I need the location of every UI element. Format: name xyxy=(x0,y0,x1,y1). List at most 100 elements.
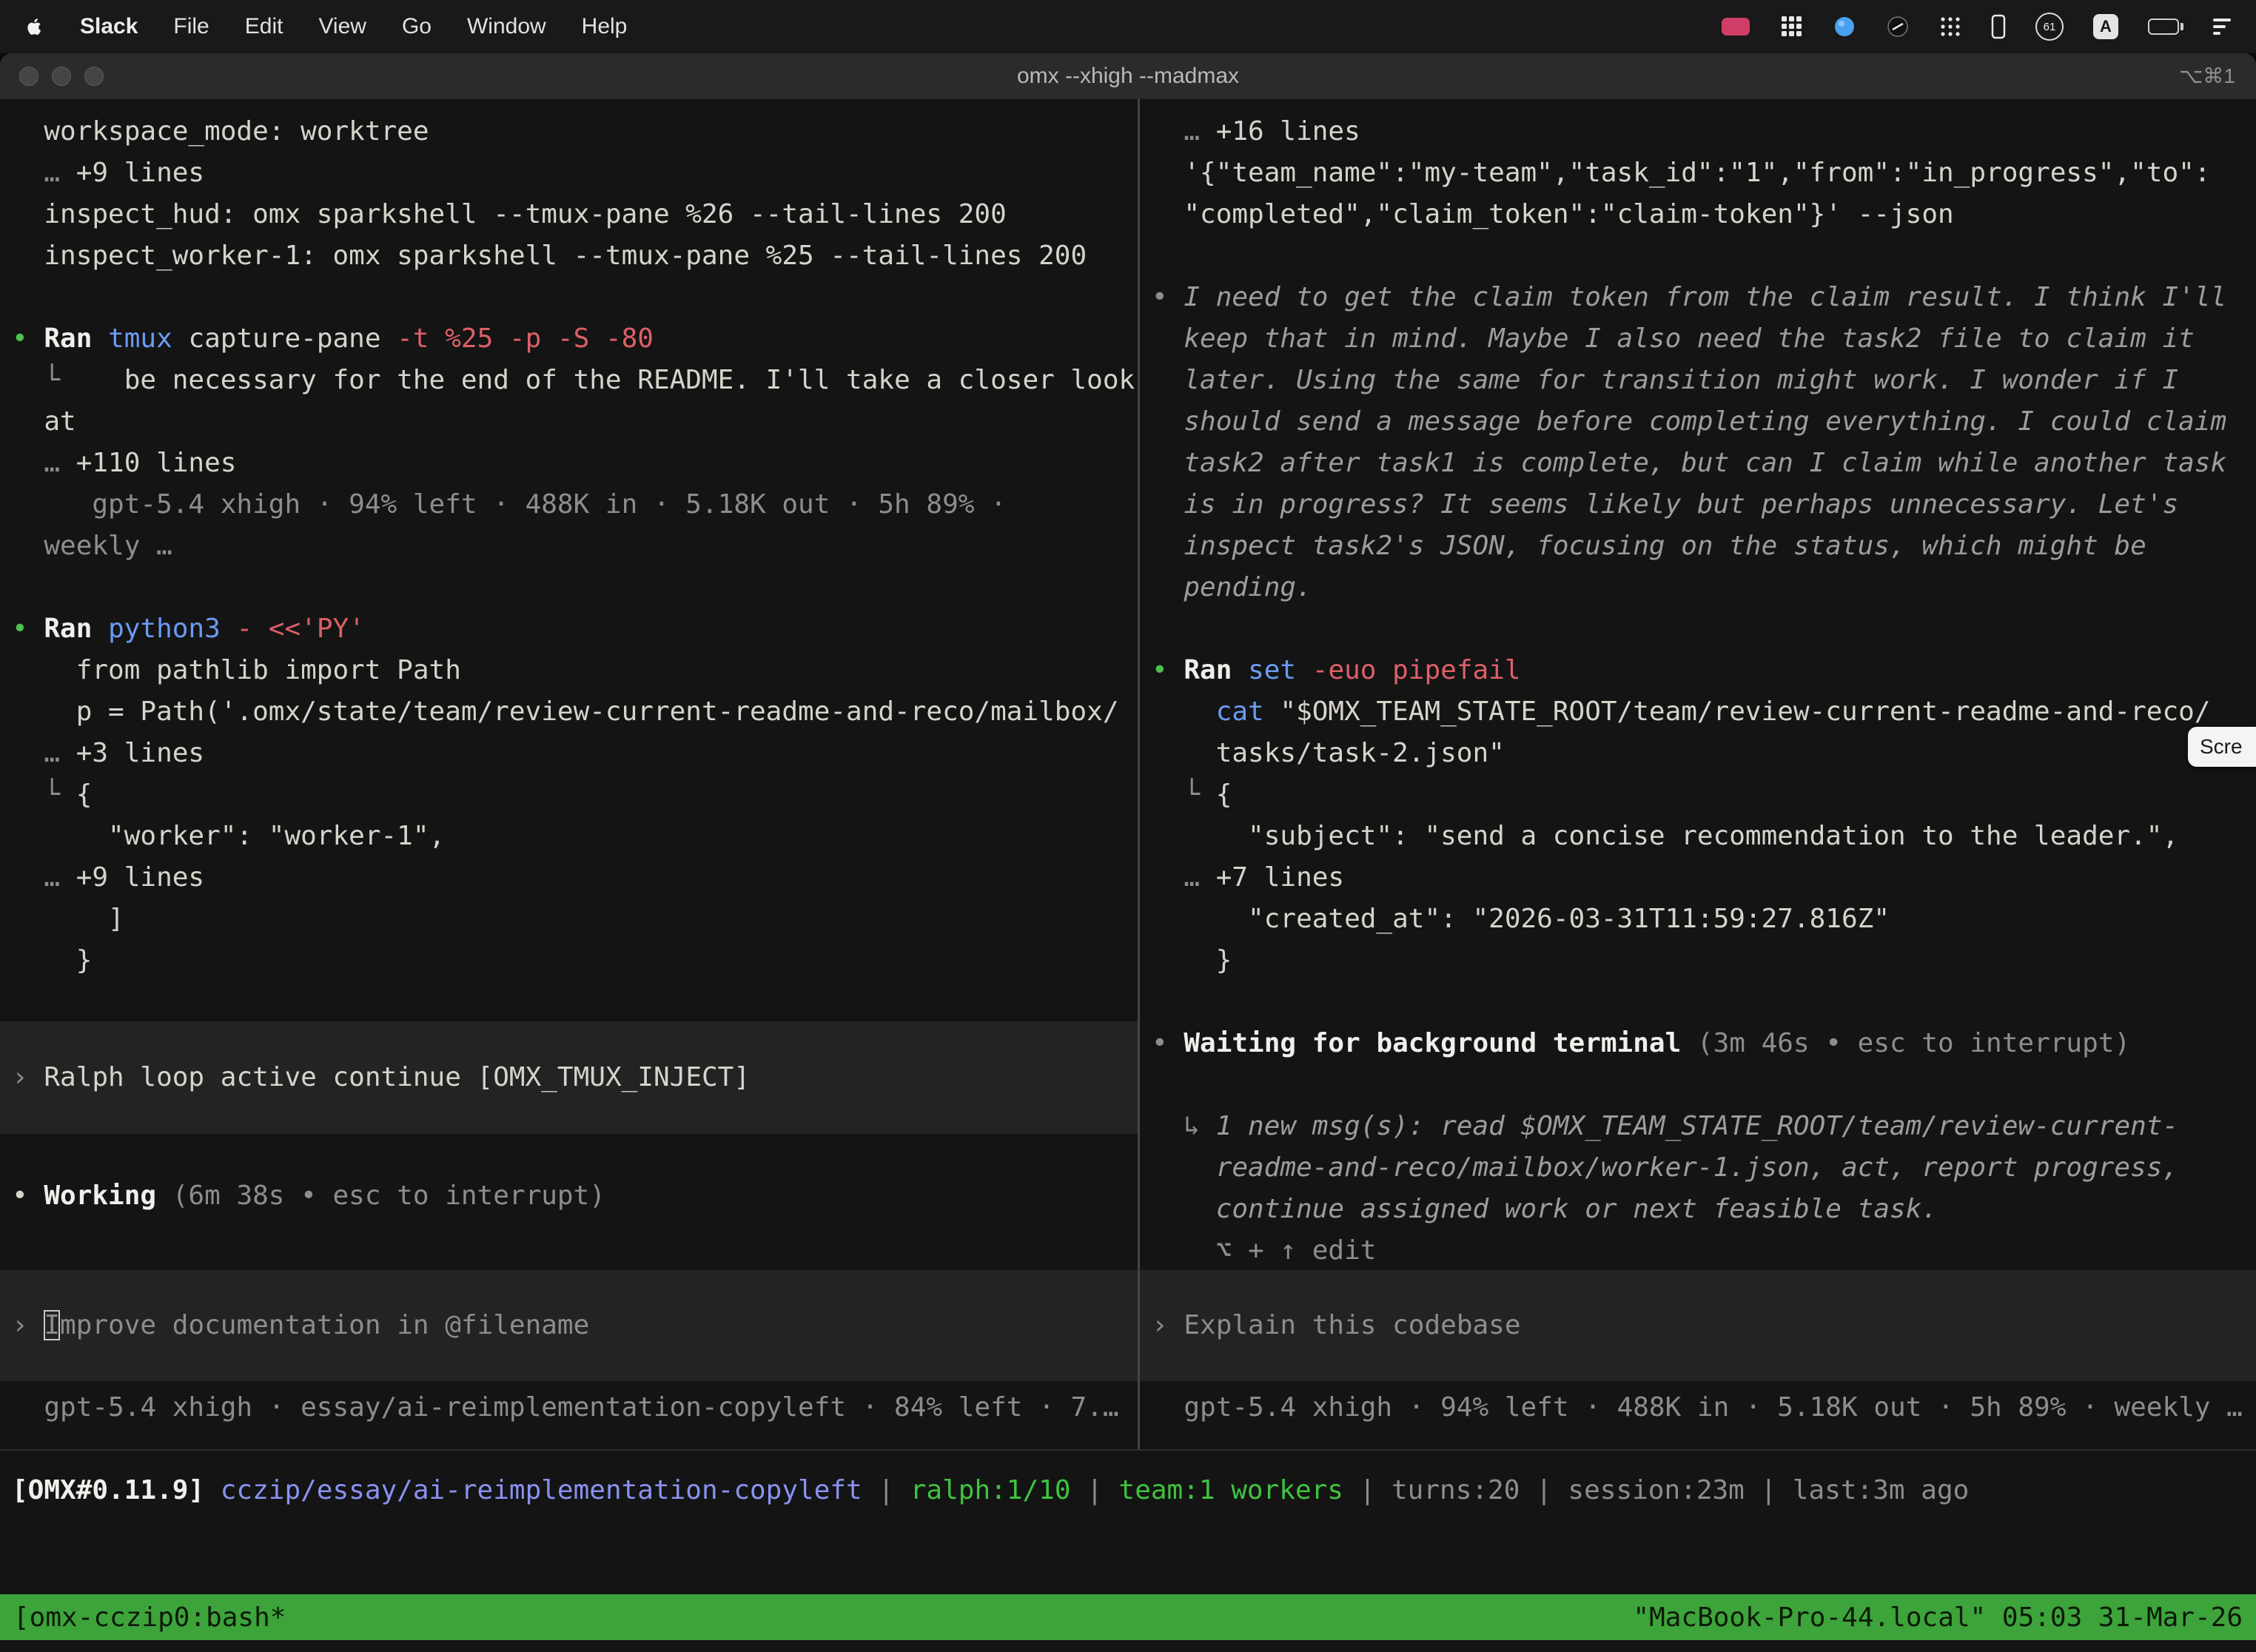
text-span: pending. xyxy=(1152,572,1312,602)
text-span: at xyxy=(12,406,76,437)
text-span: tasks/task-2.json" xyxy=(1152,738,1505,768)
text-span: | xyxy=(1745,1475,1793,1505)
app-grid-icon[interactable] xyxy=(1939,12,1961,41)
terminal-line xyxy=(1152,235,2256,277)
terminal-line: └ be necessary for the end of the README… xyxy=(12,360,1138,401)
text-span: ralph:1/10 xyxy=(910,1475,1071,1505)
prompt-input-left[interactable]: › Improve documentation in @filename xyxy=(0,1270,1138,1381)
menu-edit[interactable]: Edit xyxy=(245,14,283,39)
screen-recording-icon[interactable] xyxy=(1720,12,1751,41)
menu-view[interactable]: View xyxy=(318,14,366,39)
menu-bar-status-area: 61 A xyxy=(1720,12,2231,41)
text-span: Ran xyxy=(44,614,108,644)
battery-icon[interactable] xyxy=(2148,12,2183,41)
working-status: • Working (6m 38s • esc to interrupt) xyxy=(12,1175,1138,1217)
text-span: +9 lines xyxy=(76,158,204,188)
text-span: { xyxy=(1216,779,1232,810)
prompt-input-right-text: › Explain this codebase xyxy=(1152,1305,1521,1346)
text-span: … xyxy=(12,158,76,188)
text-span: 1 new msg(s): read $OMX_TEAM_STATE_ROOT/… xyxy=(1216,1111,2178,1141)
terminal-line: ⌥ + ↑ edit xyxy=(1152,1230,2256,1272)
text-span: team:1 workers xyxy=(1119,1475,1343,1505)
signal-icon[interactable] xyxy=(2213,12,2231,41)
terminal-line: from pathlib import Path xyxy=(12,650,1138,691)
terminal-line: "created_at": "2026-03-31T11:59:27.816Z" xyxy=(1152,899,2256,940)
prompt-input-left-text: › Improve documentation in @filename xyxy=(12,1305,589,1346)
terminal-line: '{"team_name":"my-team","task_id":"1","f… xyxy=(1152,152,2256,194)
terminal-line: pending. xyxy=(1152,567,2256,608)
text-span: › xyxy=(1152,1310,1184,1340)
menu-bar: Slack File Edit View Go Window Help xyxy=(0,0,2256,53)
terminal-line: … +3 lines xyxy=(12,733,1138,774)
text-span: should send a message before completing … xyxy=(1152,406,2226,437)
text-span: • xyxy=(1152,282,1184,312)
blue-app-icon[interactable] xyxy=(1833,12,1856,41)
phone-icon[interactable] xyxy=(1991,12,2006,41)
menu-help[interactable]: Help xyxy=(582,14,628,39)
terminal-line: inspect task2's JSON, focusing on the st… xyxy=(1152,526,2256,567)
text-span: … xyxy=(12,738,76,768)
terminal-line xyxy=(1152,981,2256,1023)
text-span: • xyxy=(1152,1028,1184,1058)
ralph-loop-text: › Ralph loop active continue [OMX_TMUX_I… xyxy=(12,1057,750,1098)
pane-right[interactable]: … +16 lines '{"team_name":"my-team","tas… xyxy=(1140,99,2256,1449)
text-span: gpt-5.4 xhigh · 94% left · 488K in · 5.1… xyxy=(12,489,1007,520)
terminal: workspace_mode: worktree … +9 lines insp… xyxy=(0,99,2256,1652)
text-span: python3 xyxy=(108,614,236,644)
terminal-line: … +9 lines xyxy=(12,152,1138,194)
dark-app-icon[interactable] xyxy=(1886,12,1910,41)
terminal-line: inspect_worker-1: omx sparkshell --tmux-… xyxy=(12,235,1138,277)
menu-window[interactable]: Window xyxy=(467,14,546,39)
text-span: └ xyxy=(1152,779,1216,810)
terminal-line: at xyxy=(12,401,1138,443)
terminal-line: workspace_mode: worktree xyxy=(12,111,1138,152)
text-span: Explain this codebase xyxy=(1184,1310,1520,1340)
apple-menu-icon[interactable] xyxy=(25,12,44,41)
text-span: • xyxy=(12,614,44,644)
terminal-line: ↳ 1 new msg(s): read $OMX_TEAM_STATE_ROO… xyxy=(1152,1106,2256,1147)
screen: Slack File Edit View Go Window Help xyxy=(0,0,2256,1652)
window-title-bar[interactable]: omx --xhigh --madmax ⌥⌘1 xyxy=(0,53,2256,100)
terminal-line: should send a message before completing … xyxy=(1152,401,2256,443)
prompt-input-right[interactable]: › Explain this codebase xyxy=(1140,1270,2256,1381)
terminal-line xyxy=(12,567,1138,608)
keypad-icon[interactable] xyxy=(1781,12,1803,41)
terminal-line: • I need to get the claim token from the… xyxy=(1152,277,2256,318)
ralph-loop-banner[interactable]: › Ralph loop active continue [OMX_TMUX_I… xyxy=(0,1021,1138,1134)
terminal-line xyxy=(1152,1064,2256,1106)
terminal-line: readme-and-reco/mailbox/worker-1.json, a… xyxy=(1152,1147,2256,1189)
text-span: › xyxy=(12,1062,44,1092)
terminal-line: task2 after task1 is complete, but can I… xyxy=(1152,443,2256,484)
omx-status-line: [OMX#0.11.9] cczip/essay/ai-reimplementa… xyxy=(12,1470,2256,1511)
battery-gauge-icon[interactable]: 61 xyxy=(2035,12,2064,41)
toast-text: Scre xyxy=(2200,735,2243,759)
pane-left[interactable]: workspace_mode: worktree … +9 lines insp… xyxy=(0,99,1138,1449)
terminal-line: is in progress? It seems likely but perh… xyxy=(1152,484,2256,526)
battery-gauge-label: 61 xyxy=(2044,21,2056,33)
menu-go[interactable]: Go xyxy=(402,14,432,39)
screenshot-toast[interactable]: Scre xyxy=(2188,727,2256,767)
text-span: gpt-5.4 xhigh · 94% left · 488K in · 5.1… xyxy=(1152,1392,2243,1423)
text-span: Ralph loop active continue [OMX_TMUX_INJ… xyxy=(44,1062,750,1092)
input-source-icon[interactable]: A xyxy=(2093,12,2118,41)
text-span: ⌥ + ↑ edit xyxy=(1152,1235,1376,1266)
text-span: last:3m ago xyxy=(1793,1475,1969,1505)
window-title: omx --xhigh --madmax xyxy=(0,53,2256,99)
text-span: (3m 46s • esc to interrupt) xyxy=(1697,1028,2130,1058)
terminal-line: └ { xyxy=(12,774,1138,816)
text-span: readme-and-reco/mailbox/worker-1.json, a… xyxy=(1152,1152,2178,1183)
text-span: "subject": "send a concise recommendatio… xyxy=(1152,821,2178,851)
menu-file[interactable]: File xyxy=(173,14,209,39)
app-menu-slack[interactable]: Slack xyxy=(80,14,138,39)
text-span: "worker": "worker-1", xyxy=(12,821,445,851)
text-span: task2 after task1 is complete, but can I… xyxy=(1152,448,2226,478)
text-span: Waiting for background terminal xyxy=(1184,1028,1697,1058)
text-span: inspect task2's JSON, focusing on the st… xyxy=(1152,531,2146,561)
text-span: I xyxy=(44,1310,60,1340)
terminal-line: "completed","claim_token":"claim-token"}… xyxy=(1152,194,2256,235)
terminal-line: weekly … xyxy=(12,526,1138,567)
status-separator xyxy=(0,1449,2256,1451)
text-span: Ran xyxy=(44,323,108,354)
text-span: set xyxy=(1248,655,1312,685)
text-span: [OMX#0.11.9] xyxy=(12,1475,221,1505)
